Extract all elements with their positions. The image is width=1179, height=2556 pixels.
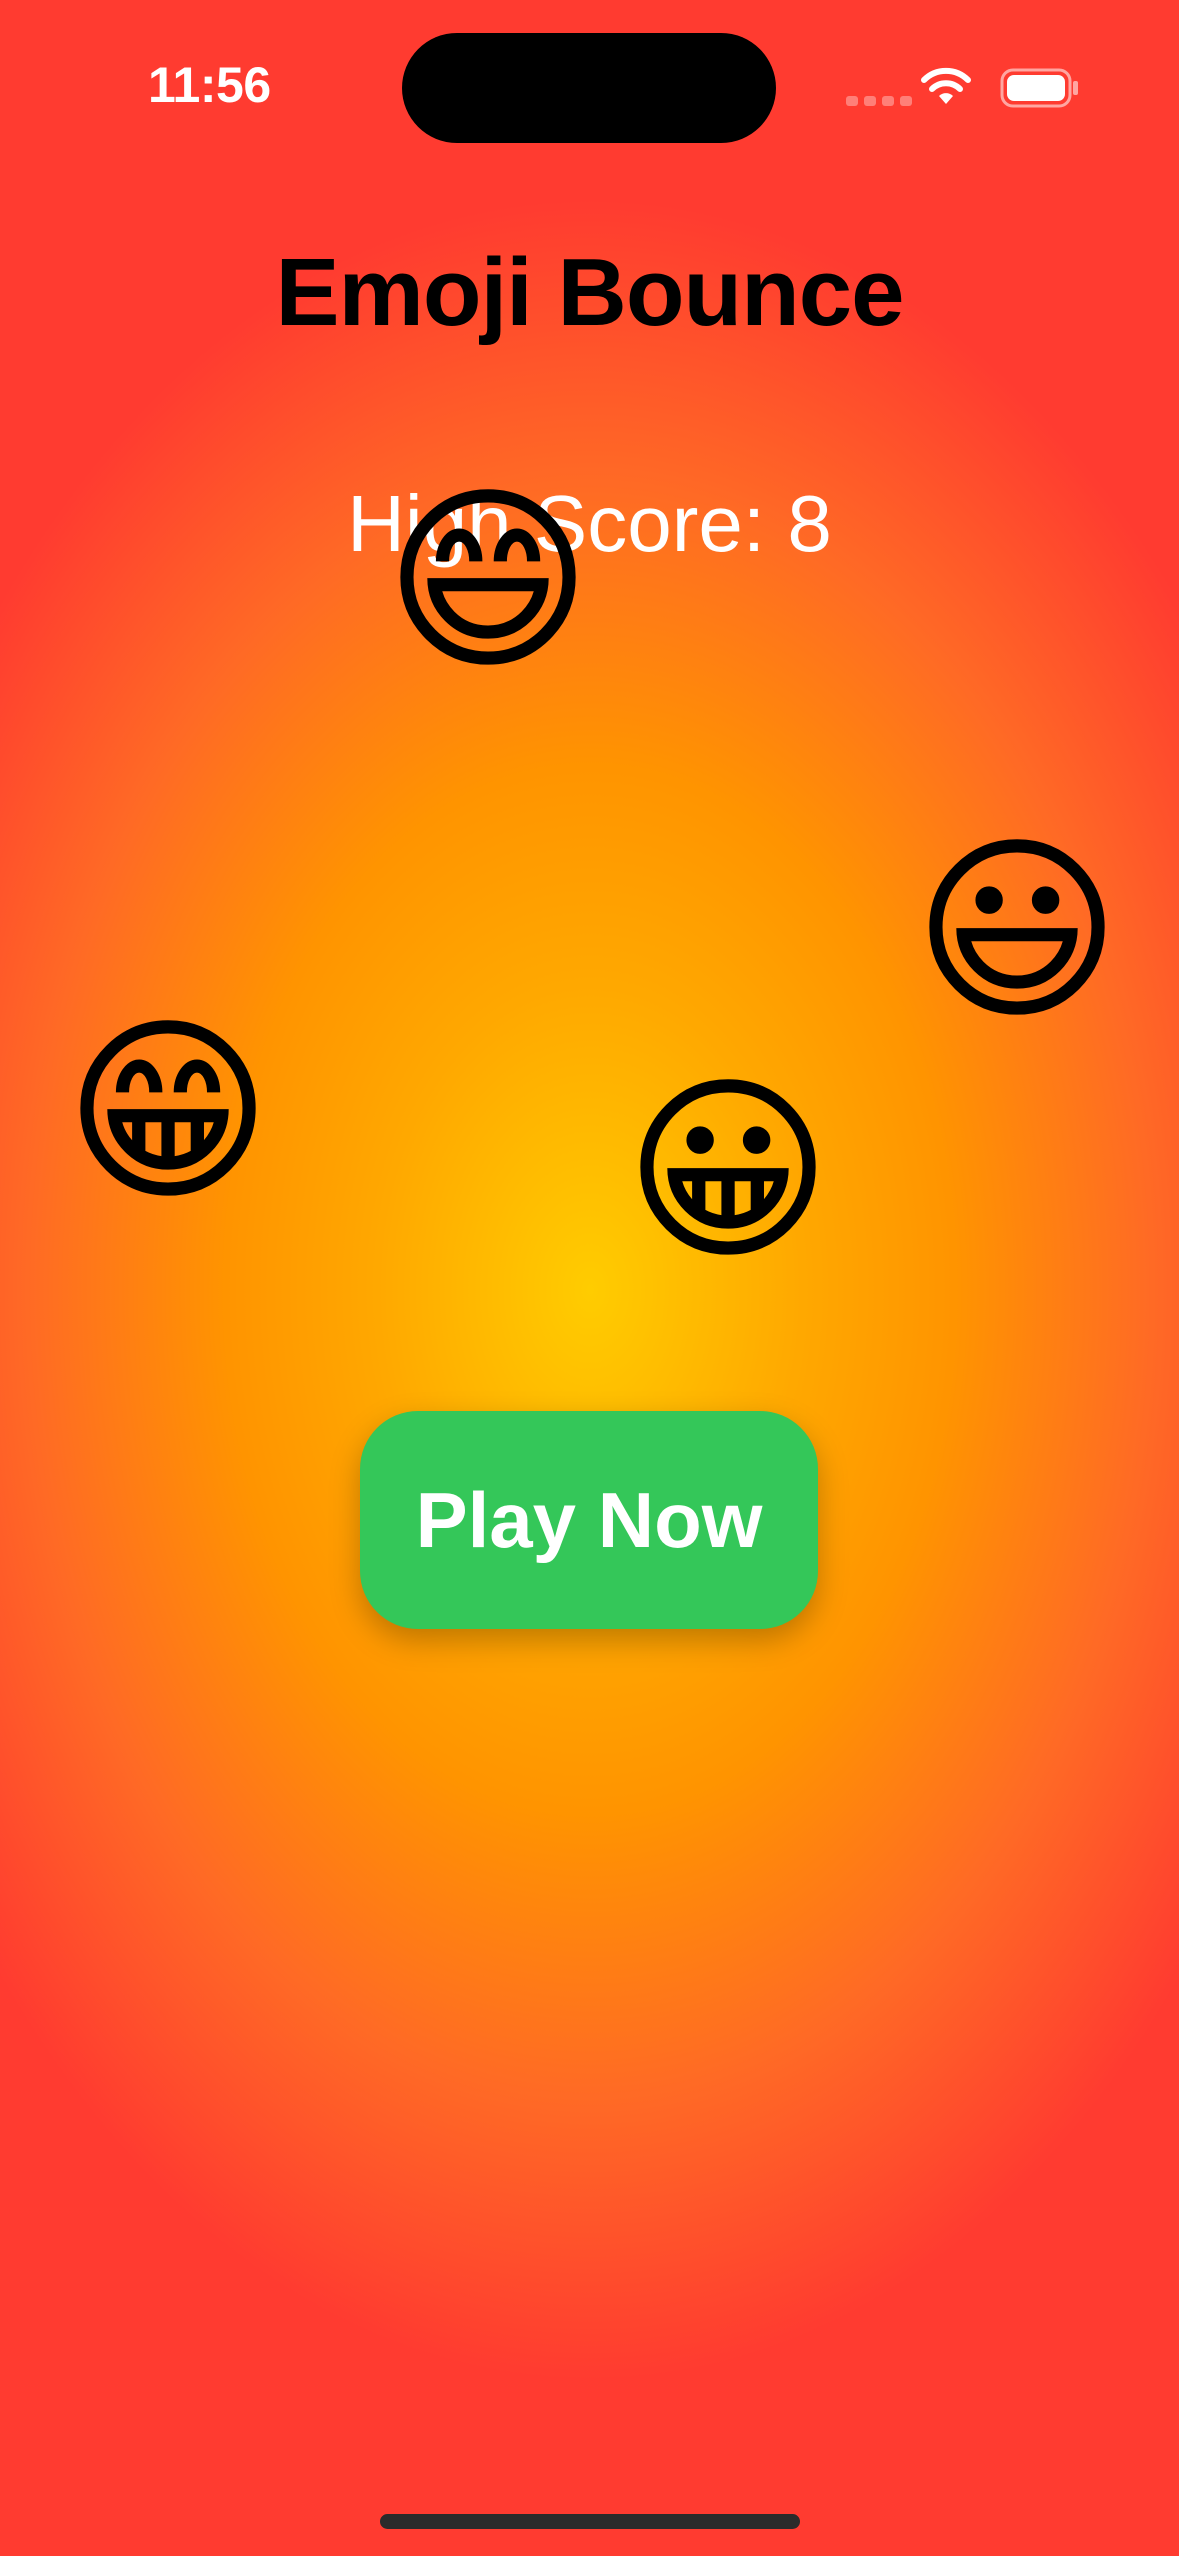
dynamic-island <box>402 33 776 143</box>
battery-icon <box>1000 68 1078 108</box>
bouncing-emoji-beaming: 😁 <box>63 996 273 1229</box>
bouncing-emoji-grinning-squinting: 😄 <box>383 465 593 698</box>
play-now-button[interactable]: Play Now <box>360 1411 818 1629</box>
bouncing-emoji-smiley: 😃 <box>912 815 1122 1048</box>
wifi-icon <box>921 67 971 104</box>
status-time: 11:56 <box>148 57 271 113</box>
bouncing-emoji-grinning: 😀 <box>623 1055 833 1288</box>
game-title: Emoji Bounce <box>275 239 904 346</box>
status-bar: 11:56 <box>0 0 1179 170</box>
high-score-value: 8 <box>787 479 832 568</box>
cellular-signal-icon <box>846 93 918 111</box>
home-indicator[interactable] <box>380 2514 800 2529</box>
